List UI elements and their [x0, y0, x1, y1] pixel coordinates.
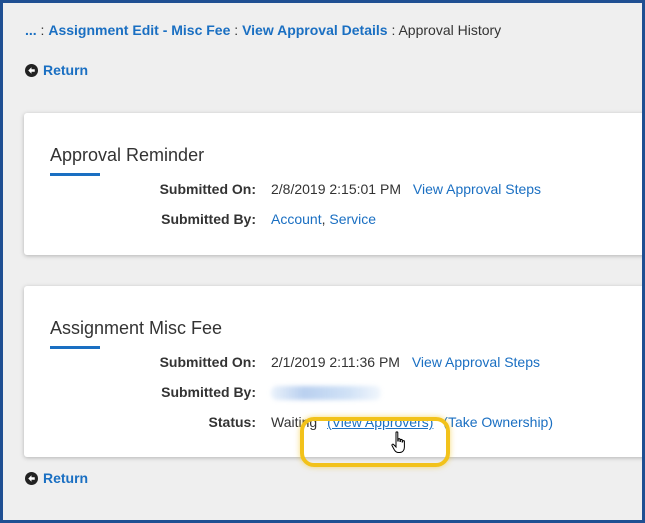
status-label: Status:: [208, 414, 256, 430]
redacted-name: [271, 386, 381, 401]
breadcrumb: ... : Assignment Edit - Misc Fee : View …: [25, 22, 501, 38]
view-approval-steps-link[interactable]: View Approval Steps: [413, 181, 541, 197]
return-link-top[interactable]: Return: [25, 62, 88, 78]
return-label: Return: [43, 470, 89, 486]
breadcrumb-assignment-edit-link[interactable]: Assignment Edit - Misc Fee: [48, 22, 230, 38]
callout-highlight: [300, 417, 450, 467]
submitted-on-date: 2/8/2019 2:15:01 PM: [271, 181, 401, 197]
title-underline: [50, 346, 100, 349]
submitted-by-value: Account, Service: [271, 211, 376, 227]
submitted-by-value: [271, 384, 381, 401]
page-frame: ... : Assignment Edit - Misc Fee : View …: [3, 3, 642, 520]
submitted-by-label: Submitted By:: [161, 384, 256, 400]
return-link-bottom[interactable]: Return: [25, 470, 88, 486]
card-title: Assignment Misc Fee: [50, 318, 223, 338]
breadcrumb-separator: :: [230, 22, 243, 38]
take-ownership-link[interactable]: (Take Ownership): [443, 414, 553, 430]
return-label: Return: [43, 62, 89, 78]
submitted-by-row: Submitted By: Account, Service: [24, 211, 642, 231]
submitted-by-first-link[interactable]: Service: [329, 211, 376, 227]
submitted-on-label: Submitted On:: [159, 354, 256, 370]
card-title: Approval Reminder: [50, 145, 205, 165]
back-arrow-icon: [25, 471, 38, 485]
submitted-on-value: 2/8/2019 2:15:01 PM View Approval Steps: [271, 181, 541, 197]
title-underline: [50, 173, 100, 176]
view-approval-steps-link[interactable]: View Approval Steps: [412, 354, 540, 370]
breadcrumb-view-approval-details-link[interactable]: View Approval Details: [242, 22, 388, 38]
breadcrumb-current: Approval History: [398, 22, 502, 38]
submitted-on-row: Submitted On: 2/8/2019 2:15:01 PM View A…: [24, 181, 642, 201]
submitted-by-label: Submitted By:: [161, 211, 256, 227]
submitted-on-value: 2/1/2019 2:11:36 PM View Approval Steps: [271, 354, 540, 370]
submitted-by-last-link[interactable]: Account: [271, 211, 322, 227]
submitted-on-row: Submitted On: 2/1/2019 2:11:36 PM View A…: [24, 354, 642, 374]
back-arrow-icon: [25, 63, 38, 77]
submitted-on-date: 2/1/2019 2:11:36 PM: [271, 354, 400, 370]
breadcrumb-separator: :: [36, 22, 49, 38]
submitted-by-row: Submitted By:: [24, 384, 642, 404]
submitted-on-label: Submitted On:: [159, 181, 256, 197]
approval-card-reminder: Approval Reminder Submitted On: 2/8/2019…: [24, 113, 642, 255]
breadcrumb-ellipsis-link[interactable]: ...: [25, 22, 37, 38]
breadcrumb-separator: :: [387, 22, 399, 38]
hand-cursor-icon: [391, 431, 405, 453]
